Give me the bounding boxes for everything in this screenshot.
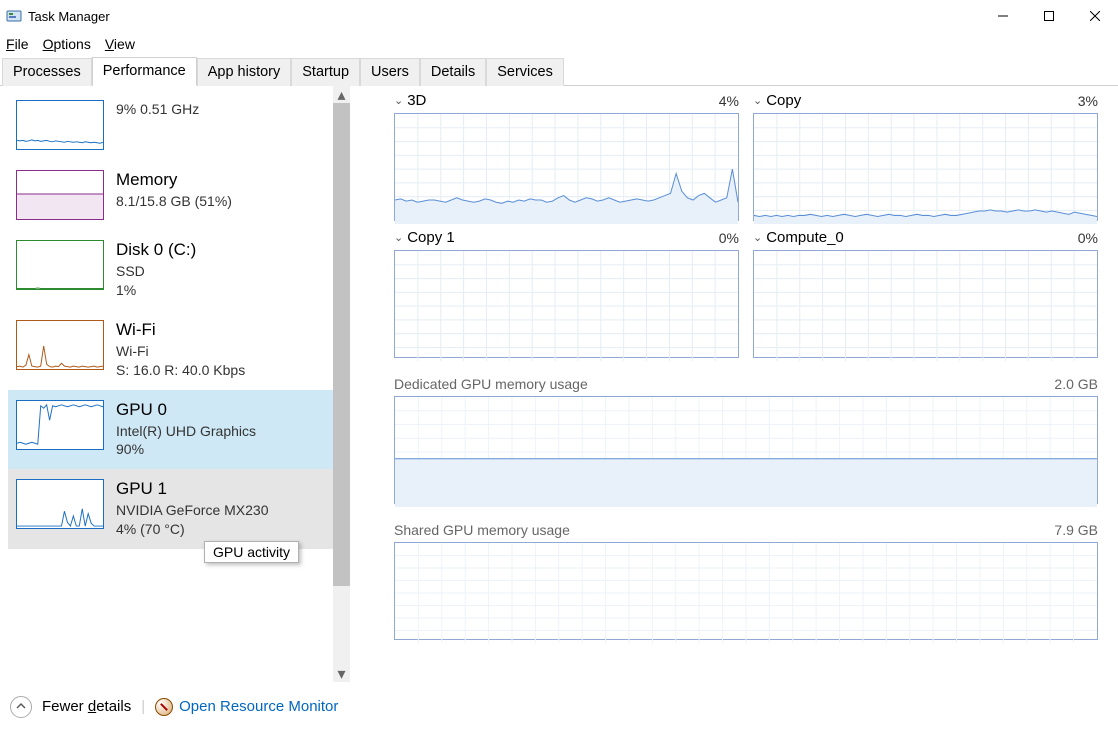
wifi-sub: Wi-Fi <box>116 342 245 361</box>
chevron-down-icon: ⌄ <box>753 94 762 107</box>
engine-compute0-graph <box>753 250 1098 358</box>
sidebar-item-cpu[interactable]: 9% 0.51 GHz <box>8 90 333 160</box>
sidebar-item-wifi[interactable]: Wi-FiWi-FiS: 16.0 R: 40.0 Kbps <box>8 310 333 390</box>
engine-3d[interactable]: ⌄ 3D 4% <box>394 92 739 221</box>
close-button[interactable] <box>1072 0 1118 32</box>
shared-mem-label: Shared GPU memory usage <box>394 522 570 538</box>
footer-separator: | <box>141 698 145 715</box>
title-bar: Task Manager <box>0 0 1118 32</box>
open-resource-monitor-link[interactable]: Open Resource Monitor <box>155 698 338 716</box>
menu-options[interactable]: Options <box>43 36 91 52</box>
sidebar-item-memory[interactable]: Memory 8.1/15.8 GB (51%) <box>8 160 333 230</box>
wifi-thumb <box>16 320 104 370</box>
tab-details[interactable]: Details <box>420 58 486 86</box>
shared-mem-graph <box>394 542 1098 640</box>
gpu1-title: GPU 1 <box>116 479 269 499</box>
chevron-down-icon: ⌄ <box>753 231 762 244</box>
gpu0-pct: 90% <box>116 440 256 459</box>
tab-app-history[interactable]: App history <box>197 58 292 86</box>
dedicated-mem-label: Dedicated GPU memory usage <box>394 376 588 392</box>
sidebar-item-gpu1[interactable]: GPU 1 NVIDIA GeForce MX2304% (70 °C) <box>8 469 333 549</box>
engine-copy-graph <box>753 113 1098 221</box>
tab-processes[interactable]: Processes <box>2 58 92 86</box>
wifi-speed: S: 16.0 R: 40.0 Kbps <box>116 361 245 380</box>
sidebar-item-disk[interactable]: Disk 0 (C:) SSD1% <box>8 230 333 310</box>
shared-mem-max: 7.9 GB <box>1054 522 1098 538</box>
fewer-details-label[interactable]: Fewer details <box>42 698 131 715</box>
menu-view[interactable]: View <box>105 36 135 52</box>
engine-3d-pct: 4% <box>719 93 739 109</box>
disk-title: Disk 0 (C:) <box>116 240 196 260</box>
app-icon <box>6 8 22 24</box>
dedicated-mem-graph <box>394 396 1098 504</box>
scroll-down-icon[interactable]: ▾ <box>333 665 350 682</box>
fewer-details-button[interactable] <box>10 696 32 718</box>
engine-copy-pct: 3% <box>1078 93 1098 109</box>
engine-copy1-graph <box>394 250 739 358</box>
engine-copy[interactable]: ⌄ Copy 3% <box>753 92 1098 221</box>
minimize-button[interactable] <box>980 0 1026 32</box>
engine-copy1-label: Copy 1 <box>407 229 455 246</box>
sidebar-item-gpu0[interactable]: GPU 0 Intel(R) UHD Graphics90% <box>8 390 333 470</box>
engine-3d-label: 3D <box>407 92 426 109</box>
engine-3d-graph <box>394 113 739 221</box>
menu-file[interactable]: File <box>6 36 29 52</box>
chevron-down-icon: ⌄ <box>394 94 403 107</box>
memory-stats: 8.1/15.8 GB (51%) <box>116 192 232 211</box>
resource-sidebar: 9% 0.51 GHz Memory 8.1/15.8 GB (51%) Disk… <box>0 86 333 682</box>
dedicated-mem-max: 2.0 GB <box>1054 376 1098 392</box>
engine-copy-label: Copy <box>766 92 801 109</box>
footer: Fewer details | Open Resource Monitor <box>0 682 1118 730</box>
gpu0-sub: Intel(R) UHD Graphics <box>116 422 256 441</box>
chevron-down-icon: ⌄ <box>394 231 403 244</box>
disk-pct: 1% <box>116 281 196 300</box>
disk-thumb <box>16 240 104 290</box>
memory-thumb <box>16 170 104 220</box>
window-title: Task Manager <box>28 9 110 24</box>
gpu1-thumb <box>16 479 104 529</box>
engine-compute0-label: Compute_0 <box>766 229 844 246</box>
scrollbar-thumb[interactable] <box>333 103 350 586</box>
maximize-button[interactable] <box>1026 0 1072 32</box>
gpu1-pct: 4% (70 °C) <box>116 520 269 539</box>
memory-title: Memory <box>116 170 232 190</box>
gpu-detail-pane: ⌄ 3D 4% ⌄ Copy 3% ⌄ Copy 1 0% ⌄ Compute_0 0% Ded… <box>350 86 1118 682</box>
cpu-thumb <box>16 100 104 150</box>
tab-users[interactable]: Users <box>360 58 420 86</box>
cpu-stats: 9% 0.51 GHz <box>116 100 199 119</box>
wifi-title: Wi-Fi <box>116 320 245 340</box>
tab-bar: Processes Performance App history Startu… <box>0 56 1118 86</box>
gpu0-thumb <box>16 400 104 450</box>
gpu1-sub: NVIDIA GeForce MX230 <box>116 501 269 520</box>
engine-copy1[interactable]: ⌄ Copy 1 0% <box>394 229 739 358</box>
resource-monitor-icon <box>155 698 173 716</box>
disk-sub: SSD <box>116 262 196 281</box>
engine-compute0[interactable]: ⌄ Compute_0 0% <box>753 229 1098 358</box>
tab-performance[interactable]: Performance <box>92 57 197 86</box>
engine-compute0-pct: 0% <box>1078 230 1098 246</box>
menu-bar: File Options View <box>0 32 1118 56</box>
gpu0-title: GPU 0 <box>116 400 256 420</box>
tab-services[interactable]: Services <box>486 58 564 86</box>
sidebar-scrollbar[interactable]: ▴ ▾ <box>333 86 350 682</box>
tooltip: GPU activity <box>204 541 299 563</box>
scroll-up-icon[interactable]: ▴ <box>333 86 350 103</box>
engine-copy1-pct: 0% <box>719 230 739 246</box>
tab-startup[interactable]: Startup <box>291 58 360 86</box>
